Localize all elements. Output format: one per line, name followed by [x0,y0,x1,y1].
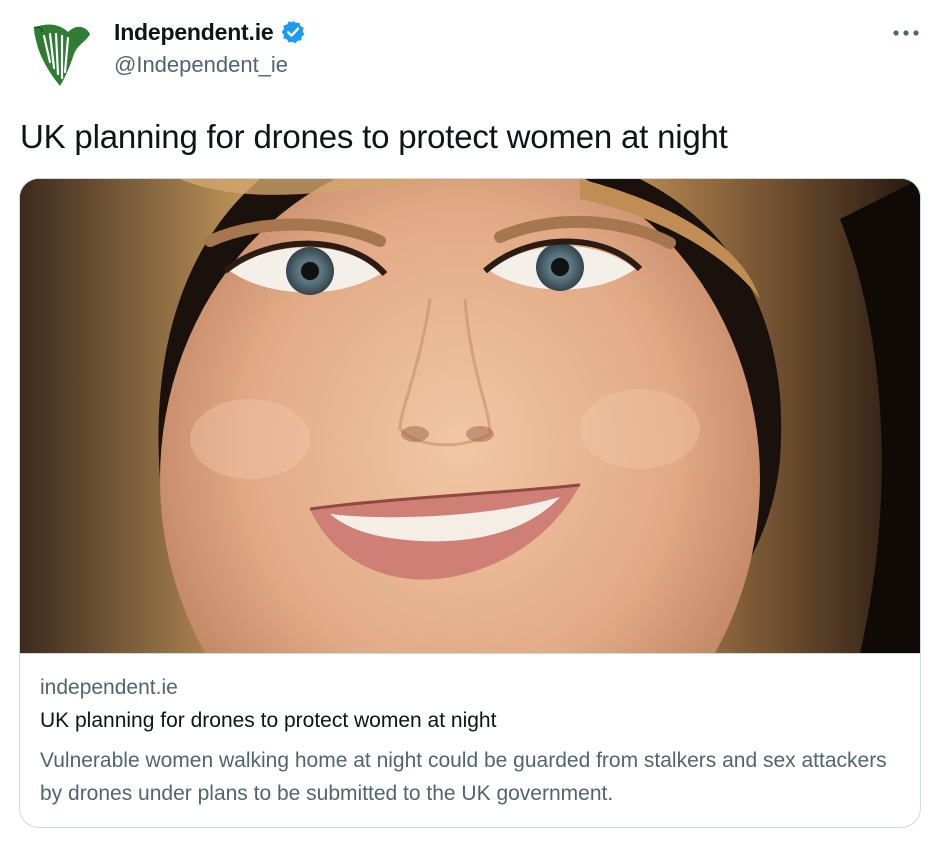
more-dots-icon [893,30,919,36]
tweet-text: UK planning for drones to protect women … [20,118,728,155]
tweet: Independent.ie @Independent_ie UK planni… [0,0,936,842]
author-name-row[interactable]: Independent.ie [114,16,306,48]
harp-logo-icon [20,14,98,92]
verified-badge-icon [280,19,306,45]
card-image[interactable] [20,179,920,653]
portrait-photo [20,179,920,653]
link-card[interactable]: independent.ie UK planning for drones to… [19,178,921,828]
card-divider [20,653,920,654]
avatar[interactable] [20,14,98,92]
author-handle[interactable]: @Independent_ie [114,52,288,78]
more-options-button[interactable] [886,18,926,48]
card-description: Vulnerable women walking home at night c… [40,749,887,805]
card-title: UK planning for drones to protect women … [40,709,497,732]
author-display-name[interactable]: Independent.ie [114,19,274,46]
card-domain: independent.ie [40,676,178,699]
